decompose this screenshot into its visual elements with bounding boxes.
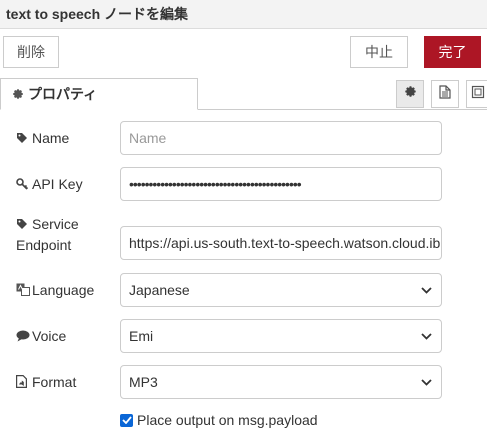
endpoint-input[interactable]: https://api.us-south.text-to-speech.wats… bbox=[120, 226, 442, 260]
key-icon bbox=[16, 175, 30, 195]
name-input[interactable]: Name bbox=[120, 121, 442, 155]
tab-properties-label: プロパティ bbox=[28, 86, 98, 102]
tag-icon bbox=[16, 129, 30, 149]
tab-row: プロパティ bbox=[0, 78, 487, 110]
chevron-down-icon bbox=[421, 332, 433, 340]
speech-bubble-icon bbox=[16, 327, 30, 347]
cancel-button[interactable]: 中止 bbox=[350, 36, 408, 68]
output-option: Place output on msg.payload bbox=[120, 412, 318, 428]
apikey-input[interactable]: ••••••••••••••••••••••••••••••••••••••••… bbox=[120, 167, 442, 201]
audio-file-icon bbox=[16, 373, 30, 393]
language-label: Language bbox=[16, 280, 94, 301]
document-icon bbox=[439, 84, 451, 104]
format-label: Format bbox=[16, 372, 76, 393]
editor-titlebar: text to speech ノードを編集 bbox=[0, 0, 487, 29]
tag-icon bbox=[16, 215, 30, 235]
language-select[interactable]: Japanese bbox=[120, 273, 442, 307]
name-label: Name bbox=[16, 128, 69, 149]
tab-description[interactable] bbox=[431, 80, 459, 108]
editor-title: text to speech ノードを編集 bbox=[6, 6, 189, 22]
apikey-label: API Key bbox=[16, 174, 83, 195]
output-checkbox[interactable] bbox=[120, 413, 133, 427]
output-checkbox-label[interactable]: Place output on msg.payload bbox=[137, 412, 318, 428]
voice-select[interactable]: Emi bbox=[120, 319, 442, 353]
chevron-down-icon bbox=[421, 378, 433, 386]
endpoint-label: Service Endpoint bbox=[16, 215, 79, 253]
format-select[interactable]: MP3 bbox=[120, 365, 442, 399]
voice-label: Voice bbox=[16, 326, 66, 347]
tab-settings[interactable] bbox=[396, 80, 424, 108]
done-button[interactable]: 完了 bbox=[424, 36, 481, 68]
delete-button[interactable]: 削除 bbox=[3, 36, 59, 68]
chevron-down-icon bbox=[421, 286, 433, 294]
tab-properties[interactable]: プロパティ bbox=[0, 78, 198, 110]
tab-appearance[interactable] bbox=[466, 80, 487, 108]
gear-icon bbox=[12, 88, 24, 100]
gear-icon bbox=[404, 85, 417, 103]
layout-icon bbox=[471, 85, 485, 104]
translate-icon bbox=[16, 281, 30, 301]
